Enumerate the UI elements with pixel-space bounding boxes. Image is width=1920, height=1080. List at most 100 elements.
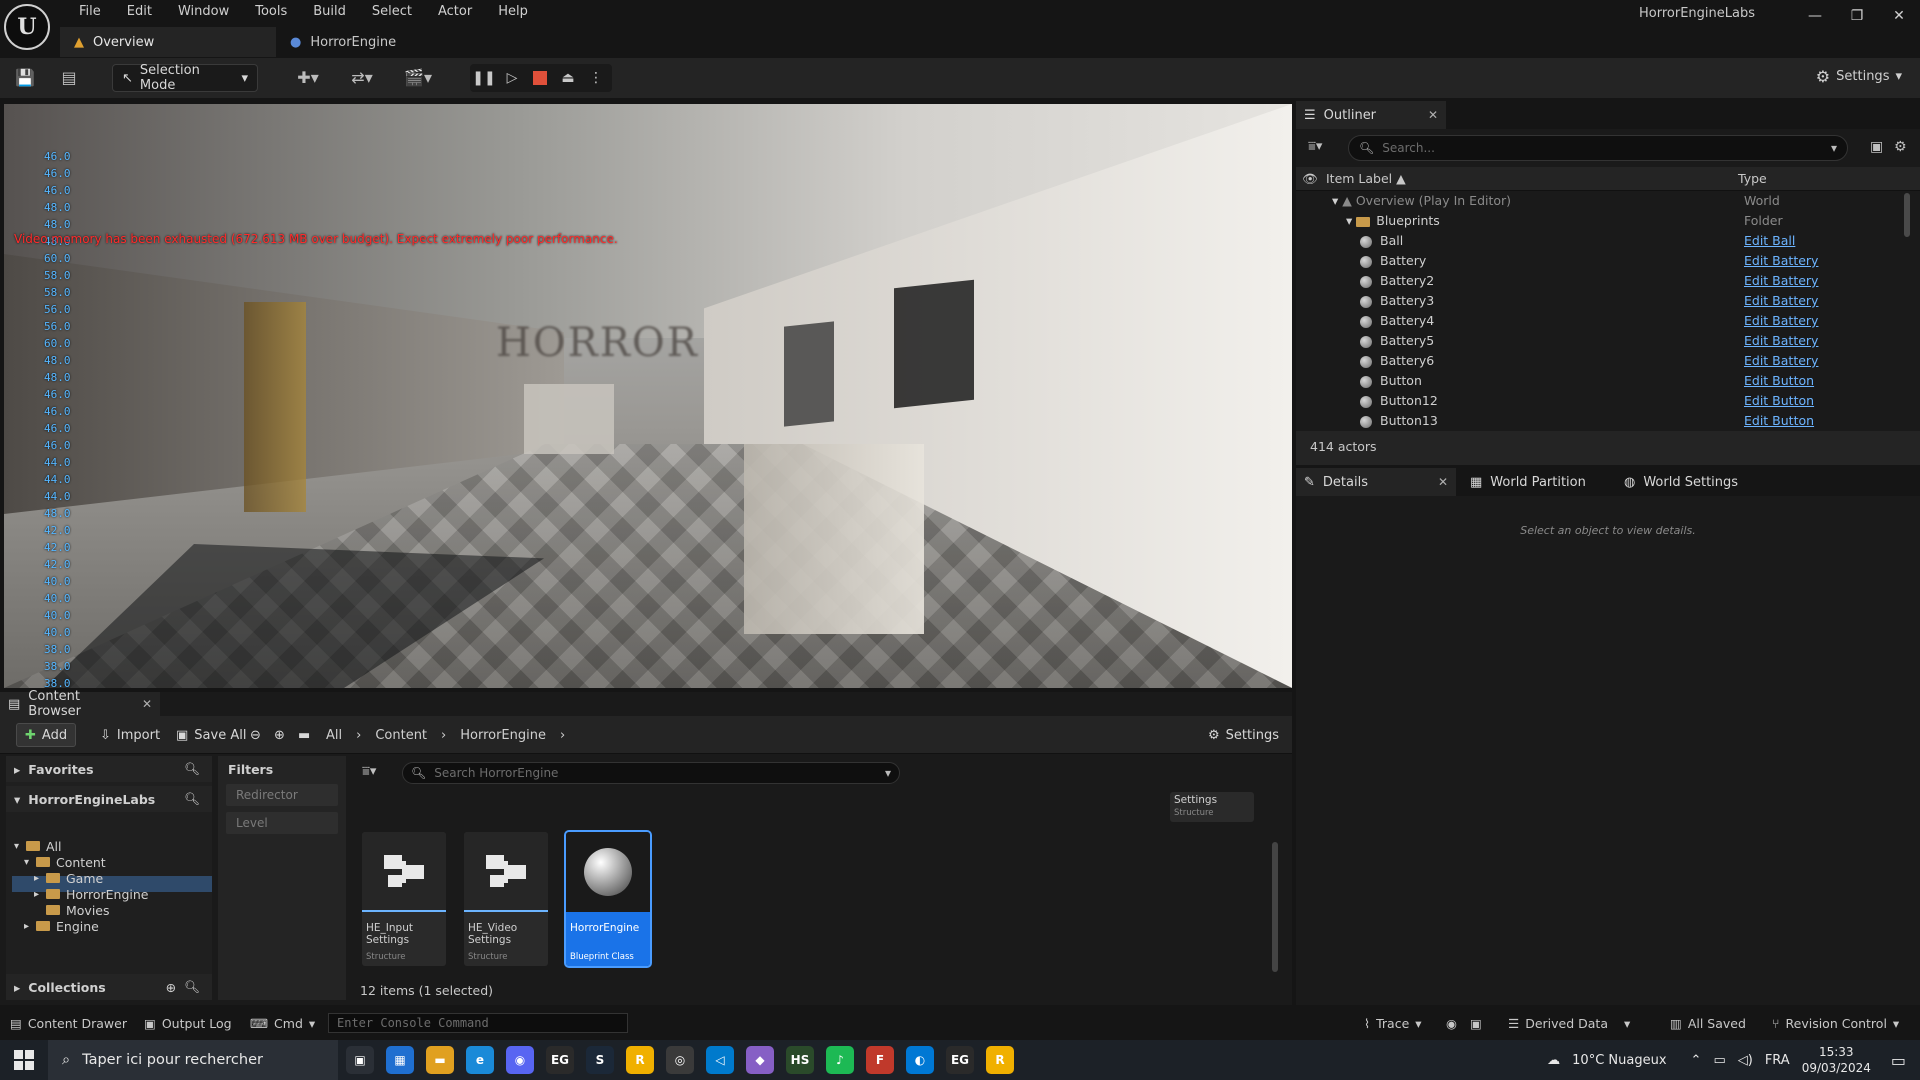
save-all-button[interactable]: ▣ Save All	[168, 723, 254, 747]
taskbar-app-icon[interactable]: ◉	[506, 1046, 534, 1074]
taskbar-app-icon[interactable]: ▬	[426, 1046, 454, 1074]
menu-file[interactable]: File	[66, 0, 114, 24]
outliner-row[interactable]: ▾ ▲ Overview (Play In Editor) World	[1296, 193, 1900, 213]
chevron-down-icon[interactable]: ▾	[1332, 193, 1342, 208]
tree-item[interactable]: ▾ All	[14, 838, 62, 854]
asset-tile-horrorengine[interactable]: HorrorEngine Blueprint Class	[564, 830, 652, 968]
minimize-button[interactable]: —	[1794, 0, 1836, 32]
record-icon[interactable]: ◉	[1446, 1010, 1457, 1036]
revision-control-dropdown[interactable]: ⑂ Revision Control ▾	[1772, 1010, 1899, 1036]
cloud-icon[interactable]: ☁	[1547, 1053, 1560, 1068]
filter-icon[interactable]: ⩸▾	[362, 764, 376, 779]
weather-label[interactable]: 10°C Nuageux	[1572, 1053, 1666, 1068]
edit-blueprint-link[interactable]: Edit Battery	[1744, 353, 1818, 368]
breadcrumb-item[interactable]: HorrorEngine	[460, 728, 546, 743]
content-scrollbar[interactable]	[1272, 842, 1278, 972]
stop-icon[interactable]	[526, 64, 554, 92]
outliner-row[interactable]: Battery5 Edit Battery	[1296, 333, 1900, 353]
edit-blueprint-link[interactable]: Edit Battery	[1744, 253, 1818, 268]
tree-item[interactable]: ▸ HorrorEngine	[34, 886, 148, 902]
taskbar-search-input[interactable]: ⌕ Taper ici pour rechercher	[48, 1040, 338, 1080]
close-icon[interactable]: ✕	[142, 697, 152, 711]
outliner-row[interactable]: Battery2 Edit Battery	[1296, 273, 1900, 293]
tree-item[interactable]: ▾ Content	[24, 854, 106, 870]
settings-button[interactable]: ⚙ Settings ▾	[1816, 67, 1902, 86]
filter-icon[interactable]: ⩸▾	[1308, 139, 1322, 154]
cinematics-icon[interactable]: 🎬▾	[398, 67, 438, 89]
browse-icon[interactable]: ▤	[58, 67, 80, 89]
tab-outliner[interactable]: ☰ Outliner ✕	[1296, 101, 1446, 129]
taskbar-app-icon[interactable]: R	[626, 1046, 654, 1074]
search-icon[interactable]: 🔍︎	[184, 979, 200, 995]
tab-horrorengine[interactable]: ● HorrorEngine	[276, 27, 410, 57]
tab-content-browser[interactable]: ▤ Content Browser ✕	[0, 689, 160, 719]
collections-header[interactable]: ▸ Collections ⊕ 🔍︎	[6, 974, 212, 1000]
asset-tile-partial[interactable]: Settings Structure	[1170, 792, 1254, 822]
taskbar-app-icon[interactable]: EG	[946, 1046, 974, 1074]
pause-icon[interactable]: ❚❚	[470, 64, 498, 92]
outliner-search-input[interactable]: 🔍︎ Search... ▾	[1348, 135, 1848, 161]
edit-blueprint-link[interactable]: Edit Button	[1744, 413, 1814, 428]
tree-item[interactable]: ▸ Engine	[24, 918, 99, 934]
folder-icon[interactable]: ▬	[296, 723, 312, 747]
taskbar-app-icon[interactable]: HS	[786, 1046, 814, 1074]
edit-blueprint-link[interactable]: Edit Battery	[1744, 273, 1818, 288]
search-icon[interactable]: 🔍︎	[184, 791, 200, 807]
outliner-scrollbar[interactable]	[1904, 193, 1910, 237]
taskbar-app-icon[interactable]: F	[866, 1046, 894, 1074]
taskbar-app-icon[interactable]: EG	[546, 1046, 574, 1074]
console-command-input[interactable]: Enter Console Command	[328, 1013, 628, 1033]
import-button[interactable]: ⇩ Import	[92, 723, 168, 747]
outliner-row[interactable]: Button12 Edit Button	[1296, 393, 1900, 413]
menu-actor[interactable]: Actor	[425, 0, 485, 24]
edit-blueprint-link[interactable]: Edit Battery	[1744, 313, 1818, 328]
favorites-header[interactable]: ▸ Favorites 🔍︎	[6, 756, 212, 782]
network-icon[interactable]: ▭	[1713, 1053, 1725, 1068]
filter-level[interactable]: Level	[226, 812, 338, 834]
asset-tile-he-input-settings[interactable]: HE_Input Settings Structure	[362, 832, 446, 966]
filter-redirector[interactable]: Redirector	[226, 784, 338, 806]
chevron-up-icon[interactable]: ⌃	[1691, 1053, 1702, 1068]
menu-edit[interactable]: Edit	[114, 0, 165, 24]
outliner-row[interactable]: Battery3 Edit Battery	[1296, 293, 1900, 313]
tab-details[interactable]: ✎ Details ✕	[1296, 468, 1456, 496]
cb-settings-button[interactable]: ⚙ Settings	[1200, 723, 1287, 747]
close-button[interactable]: ✕	[1878, 0, 1920, 32]
taskbar-app-icon[interactable]: ▦	[386, 1046, 414, 1074]
tree-chevron-icon[interactable]: ▸	[34, 889, 44, 900]
menu-build[interactable]: Build	[300, 0, 359, 24]
eject-icon[interactable]: ⏏	[554, 64, 582, 92]
selection-mode-dropdown[interactable]: ↖ Selection Mode ▾	[112, 63, 258, 93]
search-icon[interactable]: 🔍︎	[184, 761, 200, 777]
visibility-icon[interactable]: 👁︎	[1302, 171, 1318, 187]
back-icon[interactable]: ⊖	[248, 723, 263, 747]
save-icon[interactable]: 💾	[14, 67, 36, 89]
tree-chevron-icon[interactable]: ▸	[24, 921, 34, 932]
chevron-right-icon[interactable]: ›	[560, 728, 565, 743]
restore-button[interactable]: ❐	[1836, 0, 1878, 32]
column-type[interactable]: Type	[1738, 171, 1767, 186]
step-icon[interactable]: ▷	[498, 64, 526, 92]
tree-chevron-icon[interactable]: ▾	[24, 857, 34, 868]
trace-dropdown[interactable]: ⌇ Trace ▾	[1364, 1010, 1422, 1036]
taskbar-app-icon[interactable]: ◐	[906, 1046, 934, 1074]
tab-world-settings[interactable]: ◍ World Settings	[1616, 468, 1786, 496]
edit-blueprint-link[interactable]: Edit Battery	[1744, 333, 1818, 348]
clock[interactable]: 15:33 09/03/2024	[1802, 1044, 1871, 1076]
menu-select[interactable]: Select	[359, 0, 425, 24]
taskbar-app-icon[interactable]: ◆	[746, 1046, 774, 1074]
tab-overview[interactable]: ▲ Overview	[60, 27, 276, 57]
output-log-button[interactable]: ▣ Output Log	[144, 1010, 232, 1036]
volume-icon[interactable]: ◁)	[1738, 1053, 1753, 1068]
level-viewport[interactable]: HORROR 46.0 46.0 46.0 48.0 48.0 48.0 60.0 58.0 5…	[4, 104, 1292, 688]
asset-tile-he-video-settings[interactable]: HE_Video Settings Structure	[464, 832, 548, 966]
chevron-down-icon[interactable]: ▾	[1346, 213, 1356, 228]
chevron-right-icon[interactable]: ›	[356, 728, 361, 743]
outliner-row[interactable]: ▾ Blueprints Folder	[1296, 213, 1900, 233]
outliner-row[interactable]: Button13 Edit Button	[1296, 413, 1900, 433]
menu-tools[interactable]: Tools	[242, 0, 300, 24]
taskbar-app-icon[interactable]: R	[986, 1046, 1014, 1074]
taskbar-app-icon[interactable]: ◎	[666, 1046, 694, 1074]
outliner-row[interactable]: Battery6 Edit Battery	[1296, 353, 1900, 373]
taskbar-app-icon[interactable]: ◁	[706, 1046, 734, 1074]
